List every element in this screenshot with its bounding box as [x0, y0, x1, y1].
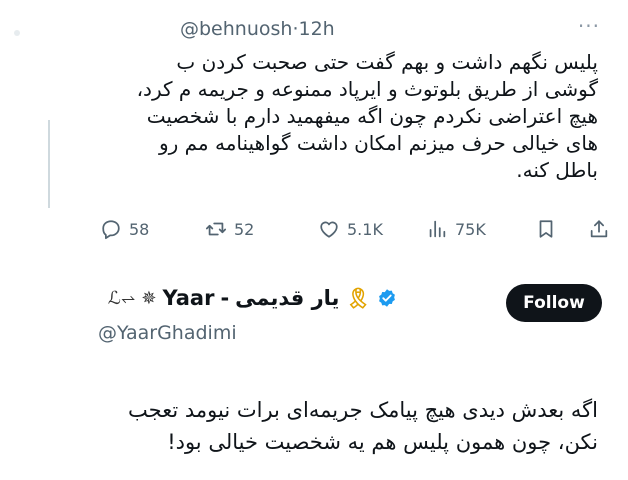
author-name-latin: Yaar: [162, 286, 215, 310]
quoted-text-line: پلیس نگهم داشت و بهم گفت حتی صحبت کردن ب: [176, 50, 598, 74]
tweet-author-row: ℒ⥋ ✵ Yaar - یار قدیمی 🎗 @YaarGhadimi Follo…: [0, 282, 628, 352]
thread-avatar-dot: [14, 30, 20, 36]
more-options-icon[interactable]: ···: [578, 14, 600, 38]
quoted-tweet-header: @behnuosh·12h: [180, 18, 335, 40]
like-count: 5.1K: [347, 219, 383, 239]
author-handle[interactable]: @YaarGhadimi: [98, 322, 237, 344]
retweet-count: 52: [234, 219, 255, 239]
bookmark-icon: [539, 220, 553, 238]
ribbon-emoji: 🎗: [345, 286, 371, 310]
share-action[interactable]: [588, 218, 610, 240]
tweet-text-line: نکن، چون همون پلیس هم یه شخصیت خیالی بود…: [167, 430, 598, 454]
tweet-time[interactable]: 12h: [299, 18, 335, 40]
views-chart-icon: [429, 220, 446, 238]
quoted-text-line: گوشی از طریق بلوتوث و ایرپاد ممنوعه و جر…: [136, 77, 598, 101]
name-decoration: ℒ⥋: [108, 287, 136, 309]
name-dash: -: [220, 286, 230, 310]
share-icon: [590, 220, 608, 238]
author-display-name[interactable]: ℒ⥋ ✵ Yaar - یار قدیمی 🎗: [108, 286, 397, 310]
like-action[interactable]: 5.1K: [318, 218, 383, 240]
reply-count: 58: [129, 219, 150, 239]
tweet-actions-bar: 58 52 5.1K 75K: [0, 212, 628, 248]
name-star-decoration: ✵: [141, 287, 157, 309]
quoted-text-line: های خیالی حرف میزنم امکان داشت گواهینامه…: [158, 131, 598, 155]
quoted-handle[interactable]: @behnuosh: [180, 18, 292, 40]
reply-icon: [102, 220, 120, 240]
views-count: 75K: [455, 219, 486, 239]
quoted-text-line: باطل کنه.: [516, 158, 598, 182]
reply-action[interactable]: 58: [100, 218, 149, 240]
thread-connector-line: [48, 120, 50, 208]
tweet-text-line: اگه بعدش دیدی هیچ پیامک جریمه‌ای برات نی…: [128, 398, 598, 422]
heart-icon: [320, 221, 338, 238]
verified-badge-icon: [378, 289, 395, 307]
views-action[interactable]: 75K: [426, 218, 486, 240]
author-name-persian: یار قدیمی: [235, 286, 340, 310]
bookmark-action[interactable]: [535, 218, 557, 240]
retweet-action[interactable]: 52: [205, 218, 254, 240]
tweet-text: اگه بعدش دیدی هیچ پیامک جریمه‌ای برات نی…: [8, 394, 598, 458]
quoted-tweet-text: پلیس نگهم داشت و بهم گفت حتی صحبت کردن ب…: [98, 49, 598, 184]
retweet-icon: [205, 222, 227, 236]
follow-button[interactable]: Follow: [506, 284, 602, 322]
quoted-text-line: هیچ اعتراضی نکردم چون اگه میفهمید دارم ب…: [146, 104, 598, 128]
